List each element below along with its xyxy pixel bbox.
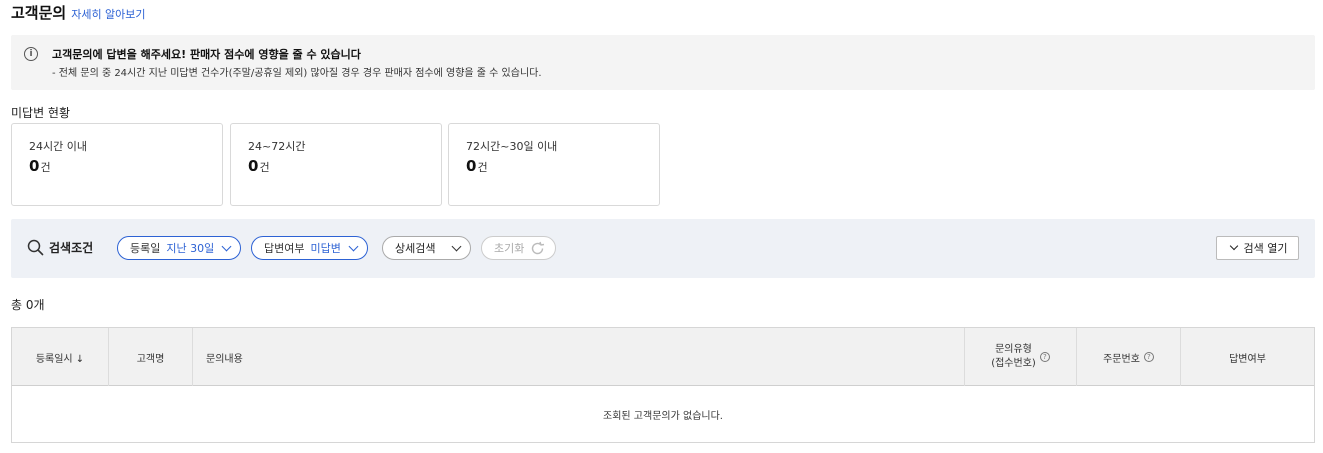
page-title: 고객문의 <box>11 4 67 22</box>
notice-title: 고객문의에 답변을 해주세요! 판매자 점수에 영향을 줄 수 있습니다 <box>52 48 361 61</box>
help-icon[interactable]: ? <box>1143 352 1154 362</box>
stat-unit: 건 <box>259 161 270 174</box>
reset-button[interactable]: 초기화 <box>481 236 557 260</box>
inquiry-table: 등록일시 ↓ 고객명 문의내용 문의유형 (접수번호) ? 주문번호 ? 답변여… <box>11 327 1315 443</box>
stat-count: 0 <box>248 157 259 175</box>
refresh-icon <box>532 241 545 254</box>
chevron-down-icon <box>348 241 359 251</box>
filter-value: 지난 30일 <box>166 242 215 255</box>
help-icon[interactable]: ? <box>1039 352 1050 362</box>
stat-card-24h[interactable]: 24시간 이내 0 건 <box>11 123 223 206</box>
filter-key: 등록일 <box>130 242 161 255</box>
stat-label: 72시간~30일 이내 <box>466 140 558 153</box>
stat-card-72h-30d[interactable]: 72시간~30일 이내 0 건 <box>448 123 660 206</box>
empty-message: 조회된 고객문의가 없습니다. <box>603 410 723 422</box>
stat-count: 0 <box>29 157 40 175</box>
receipt-number-label: (접수번호) <box>991 358 1036 369</box>
notice-description: - 전체 문의 중 24시간 지난 미답변 건수가(주말/공휴일 제외) 많아질… <box>52 68 542 79</box>
search-icon <box>27 239 44 256</box>
filter-value: 미답변 <box>310 242 341 255</box>
search-label-text: 검색조건 <box>49 241 94 255</box>
stat-label: 24~72시간 <box>248 140 306 153</box>
stat-card-24-72h[interactable]: 24~72시간 0 건 <box>230 123 442 206</box>
chevron-down-icon <box>221 241 232 251</box>
column-inquiry-type: 문의유형 (접수번호) ? <box>965 328 1077 386</box>
stat-unit: 건 <box>477 161 488 174</box>
stat-label: 24시간 이내 <box>29 140 87 153</box>
page-header: 고객문의 자세히 알아보기 <box>11 2 146 23</box>
reset-label: 초기화 <box>494 242 525 255</box>
detail-search-button[interactable]: 상세검색 <box>382 236 472 260</box>
filter-registration-date[interactable]: 등록일 지난 30일 <box>117 236 242 260</box>
column-answer-status: 답변여부 <box>1229 353 1266 365</box>
learn-more-link[interactable]: 자세히 알아보기 <box>71 6 145 22</box>
inquiry-type-label: 문의유형 <box>995 344 1032 355</box>
table-header: 등록일시 ↓ 고객명 문의내용 문의유형 (접수번호) ? 주문번호 ? 답변여… <box>12 328 1314 386</box>
open-search-label: 검색 열기 <box>1243 242 1288 255</box>
column-order-number: 주문번호 ? <box>1077 328 1181 386</box>
stat-value: 0 건 <box>466 157 488 175</box>
total-count: 총 0개 <box>11 298 45 312</box>
chevron-down-icon <box>1229 241 1238 251</box>
stat-unit: 건 <box>40 161 51 174</box>
chevron-down-icon <box>452 241 462 251</box>
detail-search-label: 상세검색 <box>395 242 436 255</box>
filter-answer-status[interactable]: 답변여부 미답변 <box>251 236 368 260</box>
stat-value: 0 건 <box>248 157 270 175</box>
column-inquiry-content: 문의내용 <box>193 328 965 386</box>
open-search-button[interactable]: 검색 열기 <box>1216 236 1299 260</box>
search-label: 검색조건 <box>27 239 93 256</box>
search-conditions-bar: 검색조건 등록일 지난 30일 답변여부 미답변 상세검색 초기화 검색 열기 <box>11 219 1315 278</box>
column-registered-at[interactable]: 등록일시 ↓ <box>12 328 109 386</box>
unanswered-status-label: 미답변 현황 <box>11 106 71 120</box>
info-icon: i <box>24 47 38 61</box>
column-customer-name: 고객명 <box>109 328 193 386</box>
stat-count: 0 <box>466 157 477 175</box>
order-number-label: 주문번호 <box>1103 353 1140 365</box>
notice-banner: i 고객문의에 답변을 해주세요! 판매자 점수에 영향을 줄 수 있습니다 -… <box>11 35 1315 90</box>
stat-value: 0 건 <box>29 157 51 175</box>
filter-key: 답변여부 <box>264 242 305 255</box>
